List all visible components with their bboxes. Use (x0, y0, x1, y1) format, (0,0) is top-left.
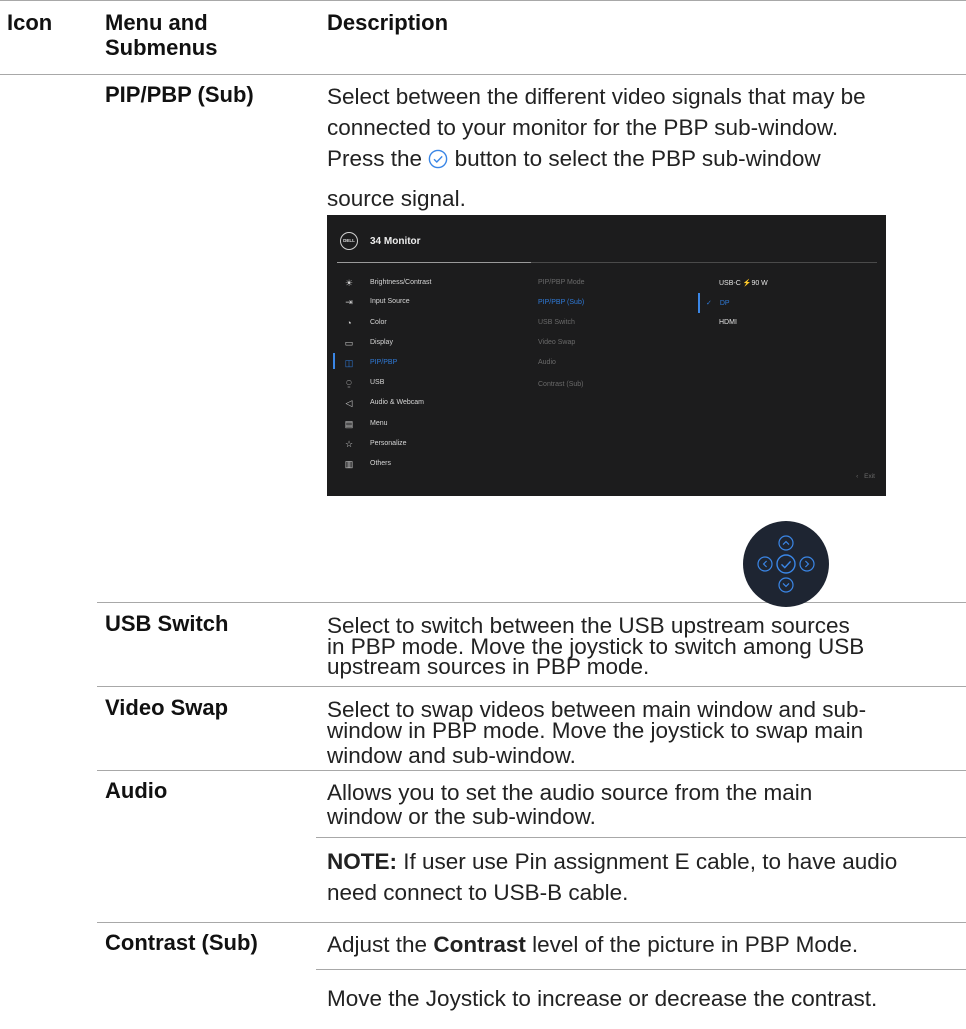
osd-active-indicator (333, 353, 335, 369)
palette-icon: ◔ (346, 318, 352, 328)
header-menu-line2: Submenus (105, 35, 218, 60)
osd-sub-usb-switch[interactable]: USB Switch (538, 319, 575, 326)
table-top-rule (0, 0, 966, 1)
check-icon: ✓ (706, 300, 712, 307)
menu-icon: ▤ (344, 419, 354, 429)
header-icon: Icon (7, 10, 53, 35)
note-line1: NOTE: If user use Pin assignment E cable… (327, 846, 897, 877)
header-bottom-rule (0, 74, 966, 75)
joystick-icon (757, 535, 815, 593)
display-icon: ▭ (344, 338, 354, 348)
input-icon: ⇥ (345, 297, 353, 307)
row-rule-contrast-2 (316, 969, 966, 970)
speaker-icon: ◁ (345, 398, 353, 408)
osd-divider (531, 262, 877, 263)
sun-icon: ☀ (344, 278, 354, 288)
desc-contrast-line2: Move the Joystick to increase or decreas… (327, 986, 878, 1011)
note-label: NOTE: (327, 849, 397, 874)
osd-sub-audio[interactable]: Audio (538, 359, 556, 366)
osd-menu-screenshot: DELL 34 Monitor ☀ Brightness/Contrast ⇥ … (327, 215, 886, 496)
press-the-rest: button to select the PBP sub-window (454, 146, 821, 171)
menu-audio: Audio (105, 778, 168, 803)
note-line2: need connect to USB-B cable. (327, 880, 629, 905)
star-icon: ☆ (344, 439, 354, 449)
osd-option-usb-c[interactable]: USB-C ⚡90 W (719, 279, 768, 287)
desc-pip-line4: source signal. (327, 186, 466, 211)
desc-usb-line3: upstream sources in PBP mode. (327, 654, 650, 679)
row-rule-video-swap (97, 686, 966, 687)
row-rule-contrast (97, 922, 966, 923)
pip-icon: ◫ (344, 358, 354, 368)
osd-title: 34 Monitor (370, 236, 421, 247)
usb-icon: ⍜ (346, 378, 352, 388)
desc-swap-line3: window and sub-window. (327, 743, 576, 768)
menu-usb-switch: USB Switch (105, 611, 229, 636)
joystick-illustration (743, 521, 829, 607)
osd-sub-contrast[interactable]: Contrast (Sub) (538, 381, 584, 388)
dell-logo: DELL (340, 232, 358, 250)
menu-pip-pbp-sub: PIP/PBP (Sub) (105, 82, 254, 107)
osd-sub-video-swap[interactable]: Video Swap (538, 339, 575, 346)
desc-contrast-line1: Adjust the Contrast level of the picture… (327, 932, 859, 957)
header-description: Description (327, 10, 449, 35)
osd-sub-pip-sub[interactable]: PIP/PBP (Sub) (538, 299, 584, 306)
header-menu-line1: Menu and (105, 10, 208, 35)
note-text-1: If user use Pin assignment E cable, to h… (403, 849, 898, 874)
row-rule-usb-switch (97, 602, 966, 603)
menu-contrast-sub: Contrast (Sub) (105, 930, 258, 955)
osd-divider-active (337, 262, 531, 263)
osd-sub-pip-mode[interactable]: PIP/PBP Mode (538, 279, 585, 286)
chevron-left-icon: ‹ (856, 473, 859, 480)
osd-option-dp[interactable]: ✓ DP (706, 299, 730, 307)
desc-pip-line2: connected to your monitor for the PBP su… (327, 115, 839, 140)
check-circle-icon (429, 149, 448, 169)
osd-exit[interactable]: ‹ Exit (856, 473, 875, 480)
row-rule-note (316, 837, 966, 838)
menu-video-swap: Video Swap (105, 695, 229, 720)
desc-audio-line2: window or the sub-window. (327, 804, 596, 829)
press-the-text: Press the (327, 146, 423, 171)
others-icon: ▥ (344, 459, 354, 469)
desc-pip-line1: Select between the different video signa… (327, 84, 866, 109)
osd-option-hdmi[interactable]: HDMI (719, 319, 737, 326)
desc-pip-line3: Press the button to select the PBP sub-w… (327, 143, 821, 174)
osd-submenu-active-indicator (698, 293, 700, 313)
